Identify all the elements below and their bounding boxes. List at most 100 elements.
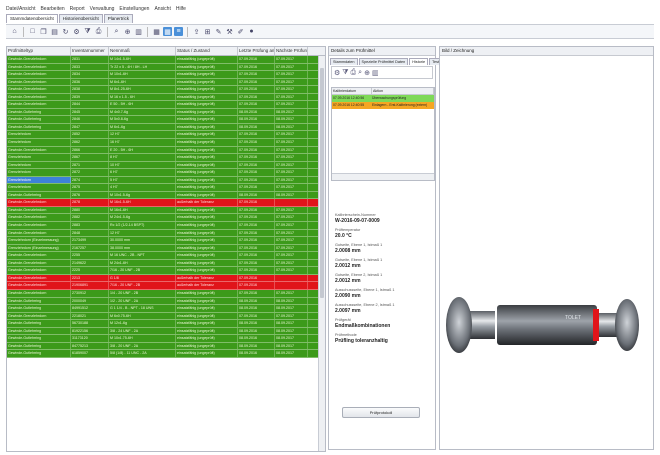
table-cell: 07.09.2017 <box>275 289 308 297</box>
table-cell: Gewinde-Gutlehrring <box>7 335 71 342</box>
lock-icon[interactable]: ⊞ <box>203 27 212 36</box>
history-row[interactable]: 07.09.2016 12:40:55 Einlagern - Erst-Kali… <box>332 102 434 109</box>
edit-icon[interactable]: ✎ <box>214 27 223 36</box>
list-icon[interactable]: ≡ <box>174 27 183 36</box>
details-tab[interactable]: Historie <box>409 58 429 65</box>
table-row[interactable]: Grenzlehrdorn (Einzelmessung) 2167257 38.0… <box>7 244 325 253</box>
tools-icon[interactable]: ⚒ <box>225 27 234 36</box>
table-row[interactable]: Gewinde-Gutlehrring 2846 M 5x0.8-6g einsatz… <box>7 116 325 124</box>
table-row[interactable]: Gewinde-Grenzlehrdorn 21906891 7/16 - 20 U… <box>7 282 325 290</box>
table-row[interactable]: Gewinde-Grenzlehrdorn 2882 M 24x1.5-6g eins… <box>7 214 325 223</box>
table-cell: 07.09.2017 <box>275 252 308 259</box>
search-icon[interactable]: ⌕ <box>112 27 121 36</box>
zoom-icon[interactable]: ⊕ <box>123 27 132 36</box>
table-row[interactable]: Grenzlehrdorn 2875 4 H7 einsatzfähig (ungep… <box>7 184 325 192</box>
gear-icon[interactable]: ⚙ <box>334 69 340 77</box>
table-row[interactable]: Gewinde-Grenzlehrdorn 2848 12 H7 einsatzfäh… <box>7 229 325 238</box>
help-icon[interactable]: ● <box>247 27 256 36</box>
details-tab[interactable]: Stammdaten <box>330 58 358 65</box>
menu-item[interactable]: Ansicht <box>154 6 170 12</box>
table-row[interactable]: Gewinde-Gutlehrring 56730188 M 12x1-6g eins… <box>7 320 325 328</box>
new-icon[interactable]: □ <box>28 27 37 36</box>
print-icon[interactable]: ⎙ <box>351 69 357 77</box>
table-row[interactable]: Gewinde-Gutlehrring 31173120 M 10x1.75-6H e… <box>7 335 325 343</box>
menu-item[interactable]: Einstellungen <box>119 6 149 12</box>
test-report-button[interactable]: Prüfprotokoll <box>342 407 420 418</box>
table-row[interactable]: Grenzlehrdorn 2874 5 H7 einsatzfähig (ungep… <box>7 176 325 185</box>
table-row[interactable]: Grenzlehrdorn 2867 8 H7 einsatzfähig (ungep… <box>7 154 325 162</box>
table-cell: Gewinde-Grenzlehrdorn <box>7 274 71 282</box>
table-cell: 08.09.2017 <box>275 297 308 305</box>
table-row[interactable]: Gewinde-Grenzlehrdorn 2844 E 50 - 5H - 6H e… <box>7 101 325 109</box>
chart-icon[interactable]: ▥ <box>372 69 379 77</box>
pen-icon[interactable]: ✐ <box>236 27 245 36</box>
scrollbar-thumb[interactable] <box>320 68 324 298</box>
zoom-icon[interactable]: ⊕ <box>364 69 370 77</box>
table-row[interactable]: Gewinde-Grenzlehrdorn 2149622 M 24x1-6H ein… <box>7 259 325 268</box>
print-icon[interactable]: ⎙ <box>94 27 103 36</box>
table-icon[interactable]: ▦ <box>163 27 172 36</box>
table-row[interactable]: Gewinde-Gutlehrring 84991512 G 1 1/4 - B -… <box>7 305 325 313</box>
table-row[interactable]: Gewinde-Grenzlehrdorn 2730912 1/4 - 20 UNF… <box>7 289 325 298</box>
grid-icon[interactable]: ▦ <box>152 27 161 36</box>
history-scrollbar[interactable] <box>332 173 434 180</box>
table-row[interactable]: Gewinde-Gutlehrring 2845 M 4x0.7-6g einsatz… <box>7 108 325 117</box>
refresh-icon[interactable]: ↻ <box>61 27 70 36</box>
table-row[interactable]: Gewinde-Gutlehrring 2847 M 6x1-6g einsatzfä… <box>7 123 325 132</box>
filter-icon[interactable]: ⧩ <box>83 27 92 36</box>
table-row[interactable]: Gewinde-Grenzlehrdorn 2834 M 10x1-6H einsat… <box>7 71 325 79</box>
table-row[interactable]: Grenzlehrdorn (Einzelmessung) 2173499 30.0… <box>7 237 325 245</box>
column-header[interactable]: Nennmaß <box>109 47 176 55</box>
table-row[interactable]: Gewinde-Grenzlehrdorn 2831 M 14x1.5-6H eins… <box>7 56 325 64</box>
paste-icon[interactable]: ▤ <box>50 27 59 36</box>
table-row[interactable]: Gewinde-Grenzlehrdorn 2878 M 16x1.5-6H auße… <box>7 199 325 207</box>
table-row[interactable]: Grenzlehrdorn 2852 12 H7 einsatzfähig (unge… <box>7 131 325 140</box>
tab-1[interactable]: Historienübersicht <box>58 14 103 23</box>
table-row[interactable]: Gewinde-Grenzlehrdorn 2880 M 16x1-6H einsat… <box>7 206 325 215</box>
column-header[interactable]: Letzte Prüfung am <box>238 47 275 55</box>
column-header[interactable]: Prüfmittel­typ <box>7 47 71 55</box>
column-header[interactable]: Inventar­nummer <box>71 47 109 55</box>
chart-icon[interactable]: ▥ <box>134 27 143 36</box>
history-row[interactable]: 07.09.2016 12:40:56 Überwachungsprüfung <box>332 95 434 102</box>
filter-icon[interactable]: ⧩ <box>342 69 348 77</box>
search-icon[interactable]: ⌕ <box>358 69 362 77</box>
table-row[interactable]: Gewinde-Grenzlehrdorn 2213 G 1/8 außerhalb … <box>7 274 325 283</box>
table-row[interactable]: Gewinde-Gutlehrring 2876 M 10x1.5-6g einsat… <box>7 191 325 200</box>
home-icon[interactable]: ⌂ <box>10 27 19 36</box>
tab-0[interactable]: Stammdatenübersicht <box>6 14 58 23</box>
settings-icon[interactable]: ⚙ <box>72 27 81 36</box>
table-row[interactable]: Gewinde-Grenzlehrdorn 2225 7/16 - 20 UNF -… <box>7 267 325 275</box>
menu-item[interactable]: Hilfe <box>176 6 186 12</box>
table-cell: 2862 <box>71 139 109 146</box>
table-row[interactable]: Gewinde-Gutlehrring 61859007 5/8 (1/8) - 1… <box>7 350 325 358</box>
table-row[interactable]: Gewinde-Grenzlehrdorn 2833 Tr 22 x 5 - 4H … <box>7 63 325 72</box>
table-row[interactable]: Grenzlehrdorn 2872 6 H7 einsatzfähig (ungep… <box>7 169 325 177</box>
table-row[interactable]: Gewinde-Gutlehrring 84775213 3/8 - 20 UNF … <box>7 342 325 351</box>
copy-icon[interactable]: ❐ <box>39 27 48 36</box>
table-row[interactable]: Gewinde-Grenzlehrdorn 2838 M 8x1.25-6H eins… <box>7 86 325 94</box>
column-header[interactable]: Nächste Prüfung am <box>275 47 308 55</box>
tab-2[interactable]: Planertrick <box>103 14 134 23</box>
table-cell: E 50 - 5H - 6H <box>109 101 176 108</box>
table-cell: 07.09.2016 <box>238 56 275 63</box>
table-scrollbar[interactable] <box>318 56 325 451</box>
menu-item[interactable]: Report <box>70 6 85 12</box>
table-row[interactable]: Gewinde-Grenzlehrdorn 2883 Rc 1/2 (1/2-14 … <box>7 222 325 230</box>
table-row[interactable]: Grenzlehrdorn 2871 10 H7 einsatzfähig (unge… <box>7 161 325 170</box>
details-tab[interactable]: Spezielle Prüfmittel Daten <box>358 58 409 65</box>
menu-item[interactable]: Bearbeiten <box>40 6 64 12</box>
table-row[interactable]: Gewinde-Grenzlehrdorn 2839 M 16 x 1.5 - 6H… <box>7 93 325 102</box>
table-header: Prüfmittel­typ Inventar­nummer Nennmaß Stat… <box>7 47 325 56</box>
table-row[interactable]: Gewinde-Gutlehrring 2000049 1/2 - 20 UNF -… <box>7 297 325 306</box>
table-row[interactable]: Gewinde-Grenzlehrdorn 2836 M 6x1-6H einsatz… <box>7 78 325 87</box>
table-row[interactable]: Grenzlehrdorn 2862 16 H7 einsatzfähig (unge… <box>7 139 325 147</box>
export-icon[interactable]: ⇪ <box>192 27 201 36</box>
table-row[interactable]: Gewinde-Grenzlehrdorn 2255 M 16 UNC - 2B -… <box>7 252 325 260</box>
menu-item[interactable]: Verwaltung <box>90 6 115 12</box>
menu-item[interactable]: Datei/Ansicht <box>6 6 35 12</box>
column-header[interactable]: Status / Zustand <box>176 47 238 55</box>
table-row[interactable]: Gewinde-Gutlehrring 81922156 3/8 - 24 UNF … <box>7 327 325 336</box>
table-row[interactable]: Gewinde-Grenzlehrdorn 2866 E 20 - 5H - 6H e… <box>7 146 325 155</box>
table-row[interactable]: Gewinde-Grenzlehrdorn 2218021 M 6x0.75-6H e… <box>7 312 325 321</box>
